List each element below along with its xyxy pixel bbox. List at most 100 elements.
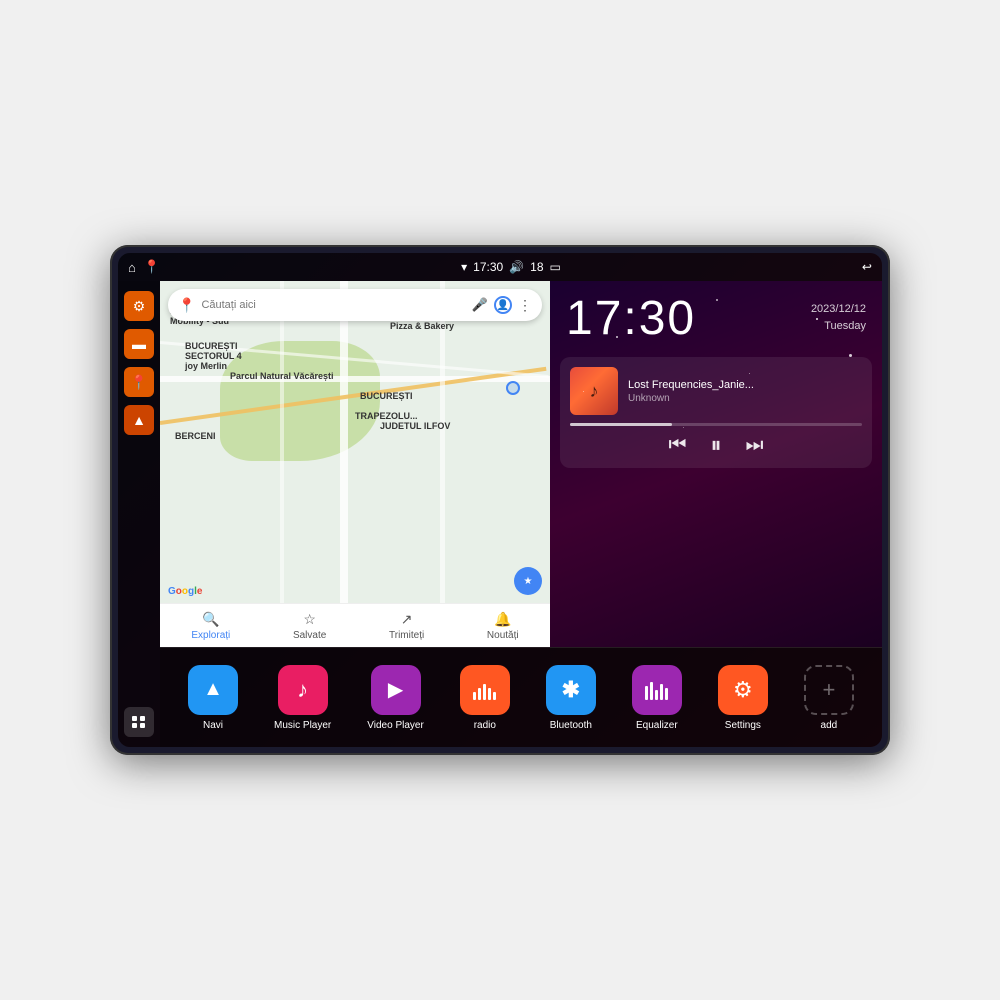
music-player-label: Music Player (274, 720, 331, 731)
app-music-player[interactable]: ♪ Music Player (274, 665, 331, 731)
app-navi[interactable]: ▲ Navi (188, 665, 238, 731)
music-controls: ⏮ ⏸ ⏭ (570, 432, 862, 458)
sidebar-files-button[interactable]: ▬ (124, 329, 154, 359)
map-send-button[interactable]: ↗ Trimiteți (389, 611, 424, 641)
map-background: Parcul Natural Văcărești BUCUREȘTI JUDET… (160, 281, 550, 647)
bluetooth-icon: ✱ (546, 665, 596, 715)
judet-label: JUDETUL ILFOV (380, 421, 450, 431)
device-screen: ⌂ 📍 ▾ 17:30 🔊 18 ▭ ↩ ⚙ ▬ 📍 ▲ (118, 253, 882, 747)
app-equalizer[interactable]: Equalizer (632, 665, 682, 731)
music-player-icon: ♪ (278, 665, 328, 715)
more-icon[interactable]: ⋮ (518, 297, 532, 314)
navi-label: Navi (203, 720, 223, 731)
add-symbol: + (822, 677, 835, 703)
map-fab-button[interactable]: ★ (514, 567, 542, 595)
sidebar-apps-button[interactable] (124, 707, 154, 737)
main-area: ⚙ ▬ 📍 ▲ (118, 281, 882, 747)
app-video-player[interactable]: ▶ Video Player (367, 665, 424, 731)
pizza-label: Pizza & Bakery (390, 321, 454, 331)
clock-time: 17:30 (566, 295, 696, 343)
navi-icon: ▲ (188, 665, 238, 715)
back-icon[interactable]: ↩ (862, 260, 872, 274)
sidebar-navigate-button[interactable]: ▲ (124, 405, 154, 435)
status-bar: ⌂ 📍 ▾ 17:30 🔊 18 ▭ ↩ (118, 253, 882, 281)
music-player-widget: ♪ Lost Frequencies_Janie... Unknown (560, 357, 872, 468)
add-app-icon: + (804, 665, 854, 715)
volume-icon: 🔊 (509, 260, 524, 274)
home-icon[interactable]: ⌂ (128, 260, 136, 275)
right-panel: 17:30 2023/12/12 Tuesday ♪ (550, 281, 882, 647)
park-label: Parcul Natural Văcărești (230, 371, 334, 381)
music-symbol: ♪ (297, 677, 308, 703)
explore-label: Explorați (191, 630, 230, 641)
music-progress-fill (570, 423, 672, 426)
google-maps-icon: 📍 (178, 297, 195, 314)
music-note-icon: ♪ (590, 381, 599, 402)
map-bottom-nav: 🔍 Explorați ☆ Salvate ↗ Trimiteți (160, 603, 550, 647)
map-news-button[interactable]: 🔔 Noutăți (487, 611, 519, 641)
radio-bars (473, 680, 496, 700)
clock-date: 2023/12/12 Tuesday (811, 295, 866, 334)
explore-icon: 🔍 (202, 611, 219, 628)
track-details: Lost Frequencies_Janie... Unknown (628, 379, 862, 404)
clock-date-value: 2023/12/12 (811, 301, 866, 318)
sidebar-settings-button[interactable]: ⚙ (124, 291, 154, 321)
settings-icon: ⚙ (718, 665, 768, 715)
top-section: Parcul Natural Văcărești BUCUREȘTI JUDET… (160, 281, 882, 647)
search-placeholder: Căutați aici (201, 299, 255, 311)
star-icon: ★ (524, 576, 533, 587)
app-add[interactable]: + add (804, 665, 854, 731)
app-radio[interactable]: radio (460, 665, 510, 731)
radio-icon (460, 665, 510, 715)
wifi-icon: ▾ (461, 260, 467, 274)
battery-icon: ▭ (550, 260, 561, 274)
sidebar-maps-button[interactable]: 📍 (124, 367, 154, 397)
map-explore-button[interactable]: 🔍 Explorați (191, 611, 230, 641)
merlin-label: joy Merlin (185, 361, 227, 371)
album-art-inner: ♪ (570, 367, 618, 415)
app-bluetooth[interactable]: ✱ Bluetooth (546, 665, 596, 731)
account-icon[interactable]: 👤 (494, 296, 512, 314)
status-time: 17:30 (473, 260, 503, 274)
prev-button[interactable]: ⏮ (668, 434, 686, 457)
album-art: ♪ (570, 367, 618, 415)
berceni-label: BERCENI (175, 431, 216, 441)
video-symbol: ▶ (388, 677, 403, 702)
next-button[interactable]: ⏭ (746, 434, 764, 457)
map-search-bar[interactable]: 📍 Căutați aici 🎤 👤 ⋮ (168, 289, 542, 321)
location-pin (506, 381, 520, 395)
video-player-label: Video Player (367, 720, 424, 731)
status-left: ⌂ 📍 (128, 259, 160, 275)
bluetooth-symbol: ✱ (562, 677, 580, 703)
send-icon: ↗ (401, 611, 413, 628)
mic-icon[interactable]: 🎤 (472, 297, 488, 313)
status-right: ↩ (862, 260, 872, 274)
saved-icon: ☆ (303, 611, 316, 628)
sidebar: ⚙ ▬ 📍 ▲ (118, 281, 160, 747)
music-progress-bar[interactable] (570, 423, 862, 426)
track-info: ♪ Lost Frequencies_Janie... Unknown (570, 367, 862, 415)
eq-bars (645, 680, 668, 700)
trapezolu-label: TRAPEZOLU... (355, 411, 418, 421)
device-outer: ⌂ 📍 ▾ 17:30 🔊 18 ▭ ↩ ⚙ ▬ 📍 ▲ (110, 245, 890, 755)
news-icon: 🔔 (494, 611, 511, 628)
send-label: Trimiteți (389, 630, 424, 641)
equalizer-label: Equalizer (636, 720, 678, 731)
sector4-label: BUCUREȘTISECTORUL 4 (185, 341, 242, 361)
google-logo: Google (168, 586, 202, 597)
battery-level: 18 (530, 260, 543, 274)
equalizer-icon (632, 665, 682, 715)
news-label: Noutăți (487, 630, 519, 641)
radio-label: radio (474, 720, 496, 731)
map-saved-button[interactable]: ☆ Salvate (293, 611, 326, 641)
saved-label: Salvate (293, 630, 326, 641)
map-pin-icon[interactable]: 📍 (144, 259, 160, 275)
bucuresti-label: BUCUREȘTI (360, 391, 413, 401)
track-name: Lost Frequencies_Janie... (628, 379, 862, 391)
pause-button[interactable]: ⏸ (710, 432, 721, 458)
map-widget[interactable]: Parcul Natural Văcărești BUCUREȘTI JUDET… (160, 281, 550, 647)
app-settings[interactable]: ⚙ Settings (718, 665, 768, 731)
grid-icon (132, 716, 146, 728)
track-artist: Unknown (628, 393, 862, 404)
settings-symbol: ⚙ (733, 677, 753, 703)
